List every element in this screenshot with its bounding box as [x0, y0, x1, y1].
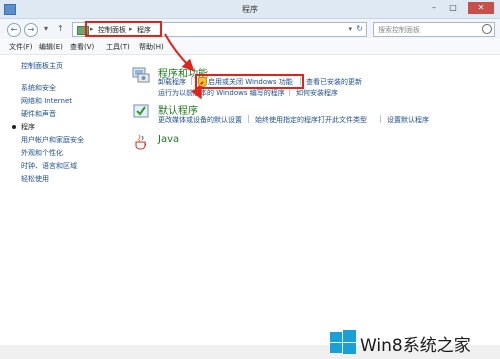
watermark-text: Win8系统之家: [360, 336, 471, 356]
arrow-to-windows-features: [190, 81, 204, 100]
watermark: Win8系统之家: [326, 328, 496, 356]
annotation-arrows: [164, 33, 204, 100]
arrow-to-programs-heading: [164, 33, 195, 72]
windows-logo-icon: [330, 330, 356, 354]
